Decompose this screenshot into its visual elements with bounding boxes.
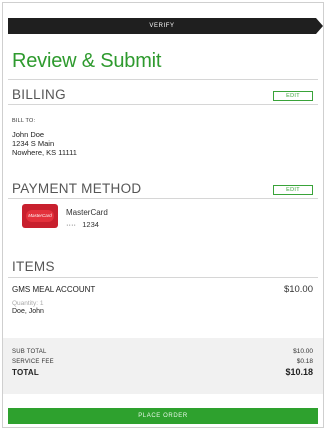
place-order-button[interactable]: PLACE ORDER bbox=[8, 408, 318, 424]
billing-name: John Doe bbox=[12, 130, 45, 139]
item-recipient: Doe, John bbox=[12, 308, 44, 315]
page-title: Review & Submit bbox=[12, 50, 162, 72]
checkout-panel: VERIFY Review & Submit BILLING EDIT BILL… bbox=[2, 2, 324, 428]
bill-to-label: BILL TO: bbox=[12, 118, 36, 124]
card-last4: 1234 bbox=[82, 220, 99, 229]
billing-heading: BILLING bbox=[12, 87, 66, 102]
service-fee-label: SERVICE FEE bbox=[12, 359, 54, 365]
billing-city-state-zip: Nowhere, KS 11111 bbox=[12, 148, 77, 157]
subtotal-label: SUB TOTAL bbox=[12, 349, 47, 355]
order-totals: SUB TOTAL $10.00 SERVICE FEE $0.18 TOTAL… bbox=[3, 338, 323, 394]
items-heading: ITEMS bbox=[12, 259, 55, 274]
service-fee-value: $0.18 bbox=[296, 358, 313, 365]
billing-edit-button[interactable]: EDIT bbox=[273, 91, 313, 101]
divider bbox=[8, 79, 318, 80]
total-value: $10.18 bbox=[285, 367, 313, 377]
total-label: TOTAL bbox=[12, 368, 39, 377]
subtotal-value: $10.00 bbox=[293, 348, 313, 355]
item-price: $10.00 bbox=[283, 284, 313, 295]
divider bbox=[8, 104, 318, 105]
progress-step-verify: VERIFY bbox=[8, 18, 323, 34]
divider bbox=[8, 198, 318, 199]
payment-edit-button[interactable]: EDIT bbox=[273, 185, 313, 195]
card-logo-text: MasterCard bbox=[26, 210, 54, 222]
card-masked-digits: ···· bbox=[66, 220, 76, 229]
payment-method-heading: PAYMENT METHOD bbox=[12, 181, 142, 196]
item-name: GMS MEAL ACCOUNT bbox=[12, 285, 96, 294]
divider bbox=[8, 277, 318, 278]
item-quantity: Quantity: 1 bbox=[12, 300, 44, 307]
billing-street: 1234 S Main bbox=[12, 139, 55, 148]
card-brand: MasterCard bbox=[66, 208, 108, 217]
mastercard-icon: MasterCard bbox=[22, 204, 58, 228]
card-number: ···· 1234 bbox=[66, 220, 99, 229]
